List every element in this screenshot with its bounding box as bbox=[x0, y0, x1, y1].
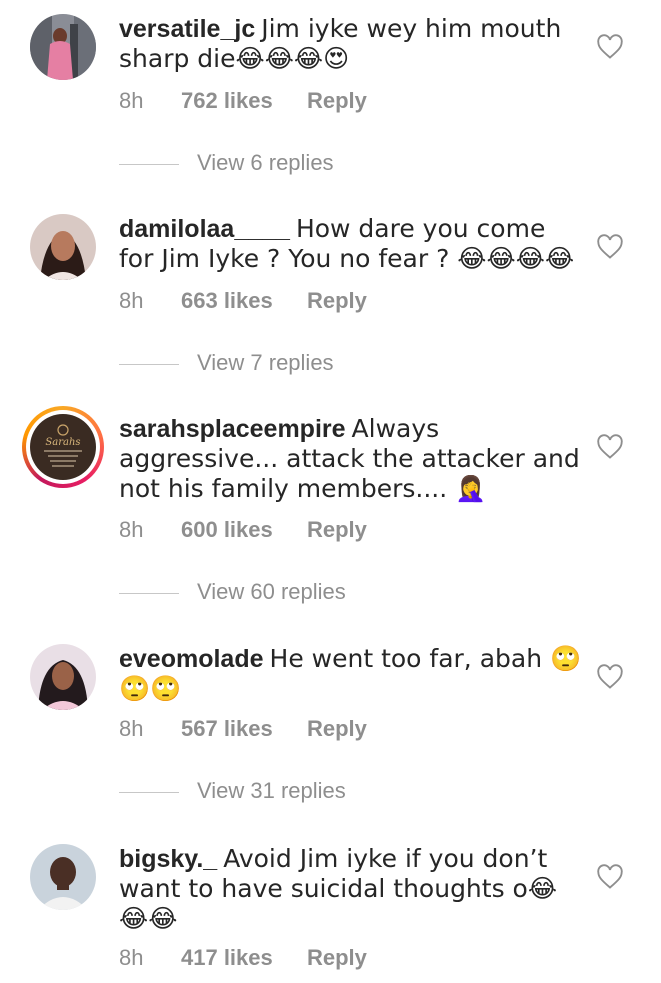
comment-username[interactable]: bigsky._ bbox=[119, 845, 217, 873]
replies-divider bbox=[119, 592, 179, 594]
comment-username[interactable]: eveomolade bbox=[119, 645, 264, 673]
comment-meta: 8h 663 likes Reply bbox=[119, 288, 367, 314]
reply-button[interactable]: Reply bbox=[307, 716, 367, 742]
comment-likes[interactable]: 600 likes bbox=[181, 517, 307, 543]
comment-text: bigsky._ Avoid Jim iyke if you don’t want… bbox=[119, 844, 584, 934]
view-replies-label: View 60 replies bbox=[197, 579, 346, 604]
heart-outline-icon[interactable] bbox=[596, 234, 624, 260]
comment-text: sarahsplaceempire Always aggressive... at… bbox=[119, 414, 584, 504]
comment-meta: 8h 762 likes Reply bbox=[119, 88, 367, 114]
comment-time: 8h bbox=[119, 288, 144, 313]
reply-button[interactable]: Reply bbox=[307, 88, 367, 114]
reply-button[interactable]: Reply bbox=[307, 288, 367, 314]
avatar[interactable] bbox=[30, 14, 96, 80]
comment-time: 8h bbox=[119, 517, 144, 542]
heart-outline-icon[interactable] bbox=[596, 434, 624, 460]
comment-likes[interactable]: 567 likes bbox=[181, 716, 307, 742]
reply-button[interactable]: Reply bbox=[307, 517, 367, 543]
replies-divider bbox=[119, 363, 179, 365]
avatar-story-ring[interactable]: Sarahs bbox=[22, 406, 104, 488]
view-replies-label: View 31 replies bbox=[197, 778, 346, 803]
comment-likes[interactable]: 417 likes bbox=[181, 945, 307, 971]
replies-divider bbox=[119, 163, 179, 165]
avatar-logo-text: Sarahs bbox=[45, 437, 80, 448]
comment-username[interactable]: damilolaa____ bbox=[119, 215, 290, 243]
heart-outline-icon[interactable] bbox=[596, 664, 624, 690]
comment-time: 8h bbox=[119, 945, 144, 970]
heart-outline-icon[interactable] bbox=[596, 864, 624, 890]
comment-meta: 8h 600 likes Reply bbox=[119, 517, 367, 543]
avatar[interactable] bbox=[30, 214, 96, 280]
view-replies-label: View 7 replies bbox=[197, 350, 334, 375]
reply-button[interactable]: Reply bbox=[307, 945, 367, 971]
comment-time: 8h bbox=[119, 716, 144, 741]
view-replies-label: View 6 replies bbox=[197, 150, 334, 175]
comment-text: versatile_jc Jim iyke wey him mouth sharp… bbox=[119, 14, 584, 74]
view-replies-button[interactable]: View 31 replies bbox=[119, 778, 346, 804]
replies-divider bbox=[119, 791, 179, 793]
view-replies-button[interactable]: View 7 replies bbox=[119, 350, 334, 376]
comment-likes[interactable]: 762 likes bbox=[181, 88, 307, 114]
comment-text: eveomolade He went too far, abah 🙄🙄🙄 bbox=[119, 644, 584, 704]
comment-likes[interactable]: 663 likes bbox=[181, 288, 307, 314]
comment-meta: 8h 417 likes Reply bbox=[119, 945, 367, 971]
comment-username[interactable]: sarahsplaceempire bbox=[119, 415, 346, 443]
heart-outline-icon[interactable] bbox=[596, 34, 624, 60]
comment-username[interactable]: versatile_jc bbox=[119, 15, 255, 43]
avatar[interactable] bbox=[30, 644, 96, 710]
avatar: Sarahs bbox=[30, 414, 96, 480]
view-replies-button[interactable]: View 6 replies bbox=[119, 150, 334, 176]
comment-text: damilolaa____ How dare you come for Jim I… bbox=[119, 214, 584, 274]
comment-time: 8h bbox=[119, 88, 144, 113]
comment-meta: 8h 567 likes Reply bbox=[119, 716, 367, 742]
avatar[interactable] bbox=[30, 844, 96, 910]
view-replies-button[interactable]: View 60 replies bbox=[119, 579, 346, 605]
